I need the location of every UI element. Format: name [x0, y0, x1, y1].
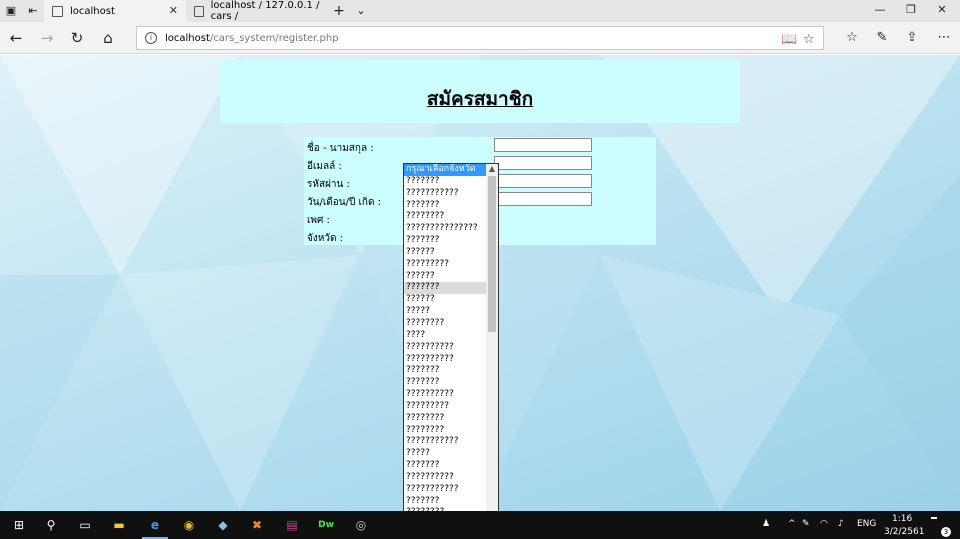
- tab-label: localhost / 127.0.0.1 / cars /: [210, 0, 320, 22]
- dropdown-option[interactable]: ?????????: [404, 259, 486, 271]
- dropdown-option[interactable]: ??????????: [404, 354, 486, 366]
- address-bar[interactable]: i localhost /cars_system/register.php 📖 …: [136, 26, 824, 50]
- dropdown-option[interactable]: ??????????: [404, 389, 486, 401]
- dropdown-option[interactable]: ??????????: [404, 342, 486, 354]
- more-icon[interactable]: ⋯: [935, 29, 953, 47]
- scroll-thumb[interactable]: [488, 176, 496, 332]
- dropdown-option[interactable]: ???????: [404, 496, 486, 508]
- close-window-icon[interactable]: ✕: [934, 3, 950, 16]
- pen-icon[interactable]: ✎: [873, 29, 891, 47]
- favorite-star-icon[interactable]: ☆: [803, 32, 815, 47]
- address-host: localhost: [165, 32, 210, 44]
- tab-label: localhost: [70, 5, 115, 17]
- dropdown-option[interactable]: ????????: [404, 211, 486, 223]
- dropdown-option[interactable]: ???????: [404, 377, 486, 389]
- virtualbox-icon[interactable]: ◆: [214, 516, 232, 534]
- language-indicator[interactable]: ENG: [857, 519, 876, 529]
- name-label: ชื่อ - นามสกุล :: [307, 143, 374, 154]
- tab-localhost[interactable]: localhost ✕: [44, 0, 186, 22]
- dropdown-option[interactable]: ???????: [404, 365, 486, 377]
- dropdown-option[interactable]: ????????: [404, 413, 486, 425]
- dropdown-option[interactable]: ????????: [404, 318, 486, 330]
- name-field[interactable]: [494, 138, 592, 152]
- province-dropdown-list[interactable]: กรุณาเลือกจังหวัด???????????????????????…: [403, 163, 499, 511]
- notification-icon[interactable]: [931, 517, 937, 519]
- forward-icon[interactable]: →: [38, 29, 56, 47]
- birthdate-label: วัน/เดือน/ปี เกิด :: [307, 197, 381, 208]
- gender-label: เพศ :: [307, 215, 330, 226]
- dropdown-option[interactable]: ???????: [404, 200, 486, 212]
- reading-view-icon[interactable]: 📖: [781, 32, 797, 47]
- password-field[interactable]: [494, 174, 592, 188]
- tray-chevron-icon[interactable]: ^: [788, 519, 796, 529]
- browser-navbar: ← → ↻ ⌂ i localhost /cars_system/registe…: [0, 22, 960, 54]
- dropdown-option[interactable]: ???????????: [404, 436, 486, 448]
- share-icon[interactable]: ⇪: [903, 29, 921, 47]
- scroll-up-icon[interactable]: ▲: [486, 164, 498, 173]
- clock-date[interactable]: 3/2/2561: [884, 527, 924, 537]
- taskbar: ⊞ ⚲ ▭ ▬ e ◉ ◆ ✖ ▤ Dw ◎ ♟ ^ ✎ ◠ ♪ ENG 1:1…: [0, 511, 960, 539]
- minimize-icon[interactable]: —: [872, 3, 888, 16]
- obs-icon[interactable]: ◎: [352, 516, 370, 534]
- dropdown-option[interactable]: ????????: [404, 425, 486, 437]
- search-icon[interactable]: ⚲: [42, 516, 60, 534]
- address-path: /cars_system/register.php: [209, 32, 339, 44]
- province-label: จังหวัด :: [307, 233, 343, 244]
- dropdown-option[interactable]: ????: [404, 330, 486, 342]
- clock-time[interactable]: 1:16: [892, 514, 912, 524]
- windows-start-icon[interactable]: ⊞: [10, 516, 28, 534]
- dropdown-option[interactable]: ???????: [404, 176, 486, 188]
- dreamweaver-icon[interactable]: Dw: [317, 516, 335, 534]
- dropdown-option[interactable]: ???????????: [404, 188, 486, 200]
- email-label: อีเมลล์ :: [307, 161, 342, 172]
- dropdown-option[interactable]: ??????: [404, 271, 486, 283]
- dropdown-option[interactable]: ???????: [404, 235, 486, 247]
- edge-icon[interactable]: e: [142, 516, 168, 539]
- password-label: รหัสผ่าน :: [307, 179, 350, 190]
- dropdown-option[interactable]: ??????????: [404, 472, 486, 484]
- refresh-icon[interactable]: ↻: [68, 29, 86, 47]
- dropdown-option[interactable]: กรุณาเลือกจังหวัด: [404, 164, 486, 176]
- browser-titlebar: ▣ ⇤ localhost ✕ localhost / 127.0.0.1 / …: [0, 0, 960, 22]
- dropdown-option[interactable]: ?????: [404, 306, 486, 318]
- dropdown-option[interactable]: ???????????????: [404, 223, 486, 235]
- plus-icon[interactable]: +: [332, 4, 346, 18]
- wifi-icon[interactable]: ◠: [820, 519, 828, 529]
- dropdown-option[interactable]: ???????????: [404, 484, 486, 496]
- dropdown-options: กรุณาเลือกจังหวัด???????????????????????…: [404, 164, 498, 511]
- people-icon[interactable]: ♟: [762, 519, 770, 529]
- chrome-icon[interactable]: ◉: [180, 516, 198, 534]
- back-icon[interactable]: ←: [7, 29, 25, 47]
- restore-icon[interactable]: ❐: [903, 3, 919, 16]
- dropdown-option[interactable]: ?????????: [404, 401, 486, 413]
- file-explorer-icon[interactable]: ▬: [110, 516, 128, 534]
- notification-count: 3: [941, 527, 951, 537]
- volume-icon[interactable]: ♪: [838, 519, 844, 529]
- set-tabs-aside-icon[interactable]: ⇤: [26, 4, 40, 18]
- page-icon: [194, 5, 204, 17]
- close-tab-icon[interactable]: ✕: [169, 4, 178, 17]
- dropdown-option[interactable]: ??????: [404, 294, 486, 306]
- xampp-icon[interactable]: ✖: [248, 516, 266, 534]
- dropdown-option[interactable]: ??????: [404, 247, 486, 259]
- page-title: สมัครสมาชิก: [426, 88, 534, 110]
- task-view-icon[interactable]: ▭: [76, 516, 94, 534]
- home-icon[interactable]: ⌂: [99, 29, 117, 47]
- header-box: สมัครสมาชิก: [220, 60, 740, 123]
- email-field[interactable]: [494, 156, 592, 170]
- dropdown-option[interactable]: ???????: [404, 460, 486, 472]
- chevron-down-icon[interactable]: ⌄: [354, 4, 368, 18]
- page-viewport: สมัครสมาชิก ชื่อ - นามสกุล : อีเมลล์ : ร…: [0, 55, 960, 511]
- dropdown-scrollbar[interactable]: ▲ ⌄: [486, 164, 498, 511]
- winrar-icon[interactable]: ▤: [283, 516, 301, 534]
- dropdown-option[interactable]: ???????: [404, 282, 486, 295]
- page-icon: [52, 5, 63, 17]
- dropdown-option[interactable]: ?????: [404, 448, 486, 460]
- favorites-hub-icon[interactable]: ☆: [843, 29, 861, 47]
- tab-phpmyadmin[interactable]: localhost / 127.0.0.1 / cars /: [186, 0, 328, 22]
- birthdate-field[interactable]: [494, 192, 592, 206]
- pen-tray-icon[interactable]: ✎: [802, 519, 810, 529]
- tab-actions-icon[interactable]: ▣: [4, 4, 18, 18]
- info-icon[interactable]: i: [145, 32, 157, 44]
